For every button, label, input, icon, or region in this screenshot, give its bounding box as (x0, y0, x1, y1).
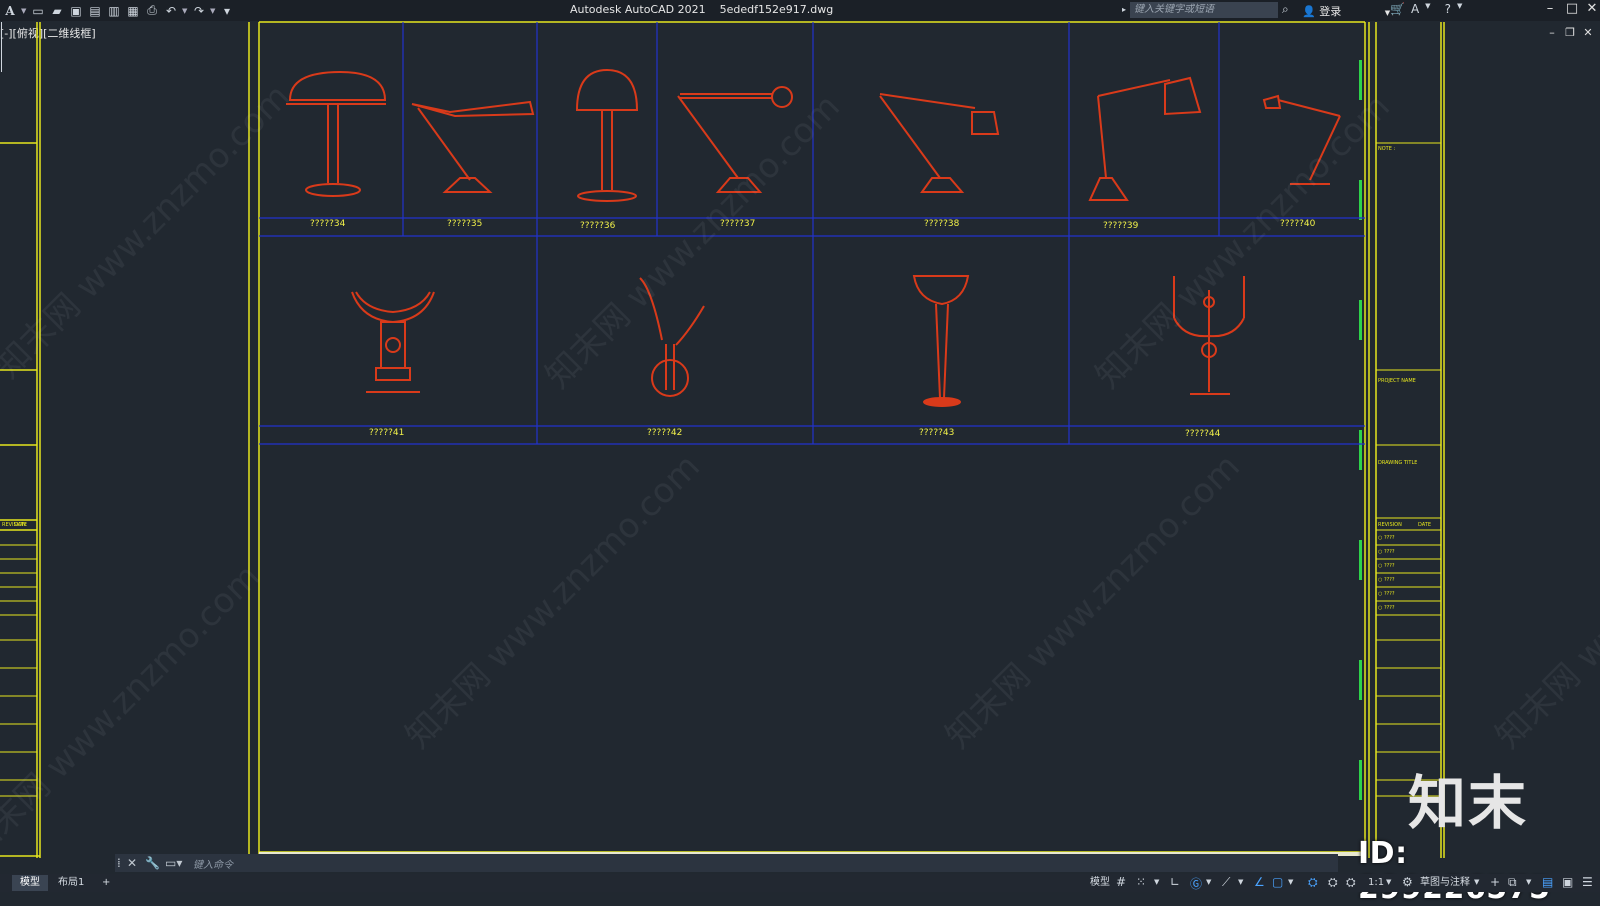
lamp-label: ?????34 (310, 219, 346, 229)
watermark-2: 知末网 www.znzmo.com (538, 87, 848, 397)
blue-grid (259, 22, 1365, 445)
isolate-objects-icon[interactable]: ⧉ (1508, 875, 1517, 890)
watermark-7: 知末网 www.znzmo.com (1488, 447, 1600, 757)
snap-dropdown-icon[interactable]: ▼ (1154, 878, 1159, 886)
isodraft-icon[interactable]: ⟋ (1222, 875, 1230, 890)
left-title-block (0, 22, 41, 858)
annotation-scale-icon[interactable]: ⛭ (1346, 875, 1356, 890)
scale-selector[interactable]: 1:1 (1368, 875, 1384, 891)
recent-commands-icon[interactable]: ▭▾ (165, 856, 182, 870)
watermark-5: 知末网 www.znzmo.com (398, 447, 708, 757)
object-snap-tracking-icon[interactable]: ∠ (1254, 875, 1265, 889)
hardware-acceleration-icon[interactable]: ▤ (1542, 875, 1553, 889)
object-snap-icon[interactable]: ▢ (1272, 875, 1283, 889)
lamp-38 (879, 93, 1000, 193)
revision-label: REVISION (1378, 522, 1402, 528)
watermark-3: 知末网 www.znzmo.com (1088, 87, 1398, 397)
isodraft-dropdown-icon[interactable]: ▼ (1238, 878, 1243, 886)
lamp-label: ?????38 (924, 219, 960, 229)
lamp-label: ?????37 (720, 219, 756, 229)
model-space-button[interactable]: 模型 (1090, 875, 1110, 891)
lamp-label: ?????36 (580, 221, 616, 231)
drawing-canvas[interactable]: 知末网 www.znzmo.com 知末网 www.znzmo.com 知末网 … (0, 0, 1600, 892)
workspace-dropdown-icon[interactable]: ▼ (1474, 878, 1479, 886)
lamp-36 (575, 68, 639, 202)
green-strip-marks (1359, 60, 1362, 800)
polar-icon[interactable]: Ⓖ (1190, 875, 1202, 892)
revision-row: ○ ???? (1378, 549, 1395, 555)
drawing-title-label: DRAWING TITLE (1378, 460, 1418, 466)
lamp-label: ?????35 (447, 219, 483, 229)
lamp-label: ?????42 (647, 428, 683, 438)
brand-watermark: 知末 (1408, 769, 1529, 837)
revision-row: ○ ???? (1378, 577, 1395, 583)
lamp-35 (411, 100, 535, 193)
command-line: ⁞ ✕ 🔧 ▭▾ 键入命令 (115, 854, 1338, 872)
date-label: DATE (1418, 522, 1432, 528)
grip-icon[interactable]: ⁞ (117, 856, 121, 870)
customization-menu-icon[interactable]: ☰ (1582, 875, 1593, 889)
workspace-selector[interactable]: 草图与注释 (1420, 875, 1470, 891)
auto-scale-icon[interactable]: ⛭ (1328, 875, 1338, 890)
scale-dropdown-icon[interactable]: ▼ (1386, 878, 1391, 886)
watermark-6: 知末网 www.znzmo.com (938, 447, 1248, 757)
lamp-label: ?????40 (1280, 219, 1316, 229)
polar-dropdown-icon[interactable]: ▼ (1206, 878, 1211, 886)
plus-icon[interactable]: + (1490, 875, 1500, 889)
lamp-34 (286, 70, 387, 197)
customize-icon[interactable]: 🔧 (145, 856, 160, 870)
notes-block: NOTE : (1378, 146, 1440, 256)
tab-model[interactable]: 模型 (12, 875, 48, 891)
note-header: NOTE : (1378, 146, 1396, 152)
lamp-39 (1088, 76, 1202, 201)
ortho-icon[interactable]: ∟ (1170, 875, 1180, 889)
clean-screen-icon[interactable]: ▣ (1562, 875, 1573, 889)
annotation-visibility-icon[interactable]: ⛭ (1308, 875, 1318, 890)
tab-layout1[interactable]: 布局1 (50, 875, 92, 891)
brand-id: ID: 299226575 (1358, 836, 1550, 906)
command-input[interactable]: 键入命令 (193, 856, 233, 871)
snap-icon[interactable]: ⁙ (1136, 875, 1146, 889)
workspace-gear-icon[interactable]: ⚙ (1402, 875, 1413, 889)
watermark-1: 知末网 www.znzmo.com (0, 77, 298, 387)
lamp-label: ?????39 (1103, 221, 1139, 231)
lamp-label: ?????43 (919, 428, 955, 438)
revision-row: ○ ???? (1378, 605, 1395, 611)
lamp-41 (351, 291, 435, 393)
isolate-dropdown-icon[interactable]: ▼ (1526, 878, 1531, 886)
lamp-43 (912, 275, 970, 407)
left-date-label: DATE (14, 522, 28, 528)
status-bar: 模型 布局1 + 模型 # ⁙ ▼ ∟ Ⓖ ▼ ⟋ ▼ ∠ ▢ ▼ ⛭ ⛭ ⛭ … (0, 874, 1600, 892)
lamp-label: ?????44 (1185, 429, 1221, 439)
command-close-icon[interactable]: ✕ (127, 856, 137, 870)
grid-icon[interactable]: # (1116, 875, 1126, 889)
revision-row: ○ ???? (1378, 591, 1395, 597)
revision-row: ○ ???? (1378, 535, 1395, 541)
add-layout-button[interactable]: + (94, 875, 118, 891)
left-title-block-rows (0, 544, 37, 797)
object-snap-dropdown-icon[interactable]: ▼ (1288, 878, 1293, 886)
project-name-label: PROJECT NAME (1378, 378, 1416, 384)
lamp-label: ?????41 (369, 428, 405, 438)
revision-row: ○ ???? (1378, 563, 1395, 569)
